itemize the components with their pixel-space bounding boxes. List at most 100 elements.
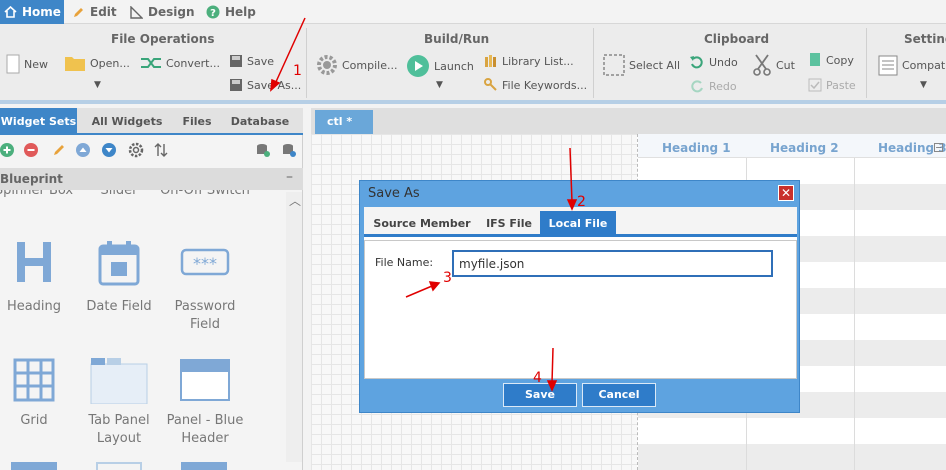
menu-edit[interactable]: Edit [72,0,117,24]
settings-gear-icon[interactable] [128,142,144,158]
help-icon: ? [206,5,220,19]
new-button[interactable]: New [6,54,48,74]
remove-icon[interactable] [24,143,38,157]
save-button[interactable]: Save [229,54,274,68]
tab-ctl[interactable]: ctl * [315,110,373,134]
convert-button[interactable]: Convert... [140,56,220,70]
close-icon[interactable]: ✕ [778,185,794,201]
widget-on-off-switch[interactable]: On-Off Switch [160,190,250,200]
scroll-up-icon[interactable]: ︿ [289,192,301,209]
cut-button[interactable]: Cut [752,54,795,76]
menu-design[interactable]: Design [130,0,195,24]
tab-all-widgets[interactable]: All Widgets [86,108,168,135]
save-label: Save [247,54,275,68]
svg-text:?: ? [210,8,216,19]
launch-dropdown-arrow[interactable]: ▼ [436,80,443,90]
tab-source-member[interactable]: Source Member [372,211,472,236]
sort-icon[interactable] [154,143,168,157]
ribbon: File Operations New Open... ▼ Convert...… [0,24,946,104]
paste-icon [808,78,822,92]
menu-bar: Home Edit Design ? Help [0,0,946,24]
widget-panel: Widget Sets All Widgets Files Database B… [0,108,303,470]
menu-design-label: Design [148,5,195,19]
widget-panel-scrollbar[interactable]: ︿ [286,192,302,462]
copy-icon [810,53,820,66]
menu-help-label: Help [225,5,256,19]
file-name-input[interactable] [452,250,773,277]
password-icon: *** [180,248,230,276]
select-all-button[interactable]: Select All [603,54,680,76]
paste-button[interactable]: Paste [808,78,856,92]
collapse-icon[interactable]: – [286,169,293,185]
paste-label: Paste [826,78,856,92]
save-as-dialog: Save As ✕ Source Member IFS File Local F… [359,180,800,413]
widget-slider[interactable]: Slider [74,190,164,200]
move-down-icon[interactable] [102,143,116,157]
widget-date-field[interactable]: Date Field [74,240,164,316]
compatibility-dropdown-arrow[interactable]: ▼ [920,80,927,90]
undo-icon [690,56,703,69]
compile-label: Compile... [342,58,398,72]
widget-grid-item[interactable]: Grid [0,358,79,430]
save-button[interactable]: Save [503,383,577,407]
widget-label: Grid [20,413,48,428]
compile-button[interactable]: Compile... [316,54,397,76]
add-icon[interactable] [0,143,14,157]
widget-panel-blue-header[interactable]: Panel - Blue Header [160,358,250,448]
redo-label: Redo [709,79,737,93]
blueprint-section-header[interactable]: Blueprint – [0,168,303,190]
file-keywords-button[interactable]: File Keywords... [484,78,587,92]
checklist-icon [878,55,898,76]
cancel-button[interactable]: Cancel [582,383,656,407]
widget-heading[interactable]: Heading [0,240,79,316]
select-all-icon [603,54,625,76]
compatibility-label: Compati... [902,58,946,72]
widget-spinner-box[interactable]: Spinner Box [0,190,79,200]
database-icon[interactable] [256,143,270,157]
home-icon [4,6,17,18]
compatibility-button[interactable]: Compati... [878,54,946,76]
widget-password-field[interactable]: *** Password Field [160,240,250,334]
widget-partial-icon [11,462,57,470]
open-button[interactable]: Open... [64,54,130,72]
database-icon[interactable] [282,143,296,157]
annotation-1: 1 [293,63,302,79]
convert-label: Convert... [166,56,220,70]
widget-grid: Spinner Box Slider On-Off Switch Heading… [0,190,286,470]
move-up-icon[interactable] [76,143,90,157]
annotation-2: 2 [577,194,586,210]
widget-label: Spinner Box [0,190,74,198]
launch-button[interactable]: Launch [406,54,474,78]
tab-local-file[interactable]: Local File [540,211,616,236]
cut-label: Cut [776,58,795,72]
grid-heading-2[interactable]: Heading 2 [770,134,839,158]
redo-button[interactable]: Redo [689,78,737,94]
key-icon [484,78,497,91]
floppy-icon [230,55,242,67]
tab-database[interactable]: Database [230,108,290,135]
menu-home[interactable]: Home [0,0,64,24]
open-dropdown-arrow[interactable]: ▼ [94,80,101,90]
menu-help[interactable]: ? Help [206,0,256,24]
play-icon [407,55,429,77]
settings-title: Settings [904,32,946,46]
undo-button[interactable]: Undo [689,54,738,70]
widget-tab-panel-layout[interactable]: Tab Panel Layout [74,358,164,448]
grid-heading-1[interactable]: Heading 1 [662,134,731,158]
ribbon-separator [593,28,594,98]
save-as-button[interactable]: Save As... [229,78,301,92]
pencil-icon[interactable] [52,143,66,157]
tab-widget-sets[interactable]: Widget Sets [0,108,77,135]
convert-icon [141,58,161,68]
annotation-3: 3 [443,270,452,286]
tab-files[interactable]: Files [176,108,218,135]
copy-button[interactable]: Copy [808,52,854,68]
file-operations-title: File Operations [111,32,215,46]
library-list-button[interactable]: Library List... [484,54,574,68]
annotation-4: 4 [533,370,542,386]
column-menu-icon[interactable]: − [934,143,943,152]
svg-text:***: *** [193,254,217,273]
widget-label: Tab Panel Layout [88,413,150,446]
books-icon [485,55,496,67]
tab-ifs-file[interactable]: IFS File [478,211,540,236]
